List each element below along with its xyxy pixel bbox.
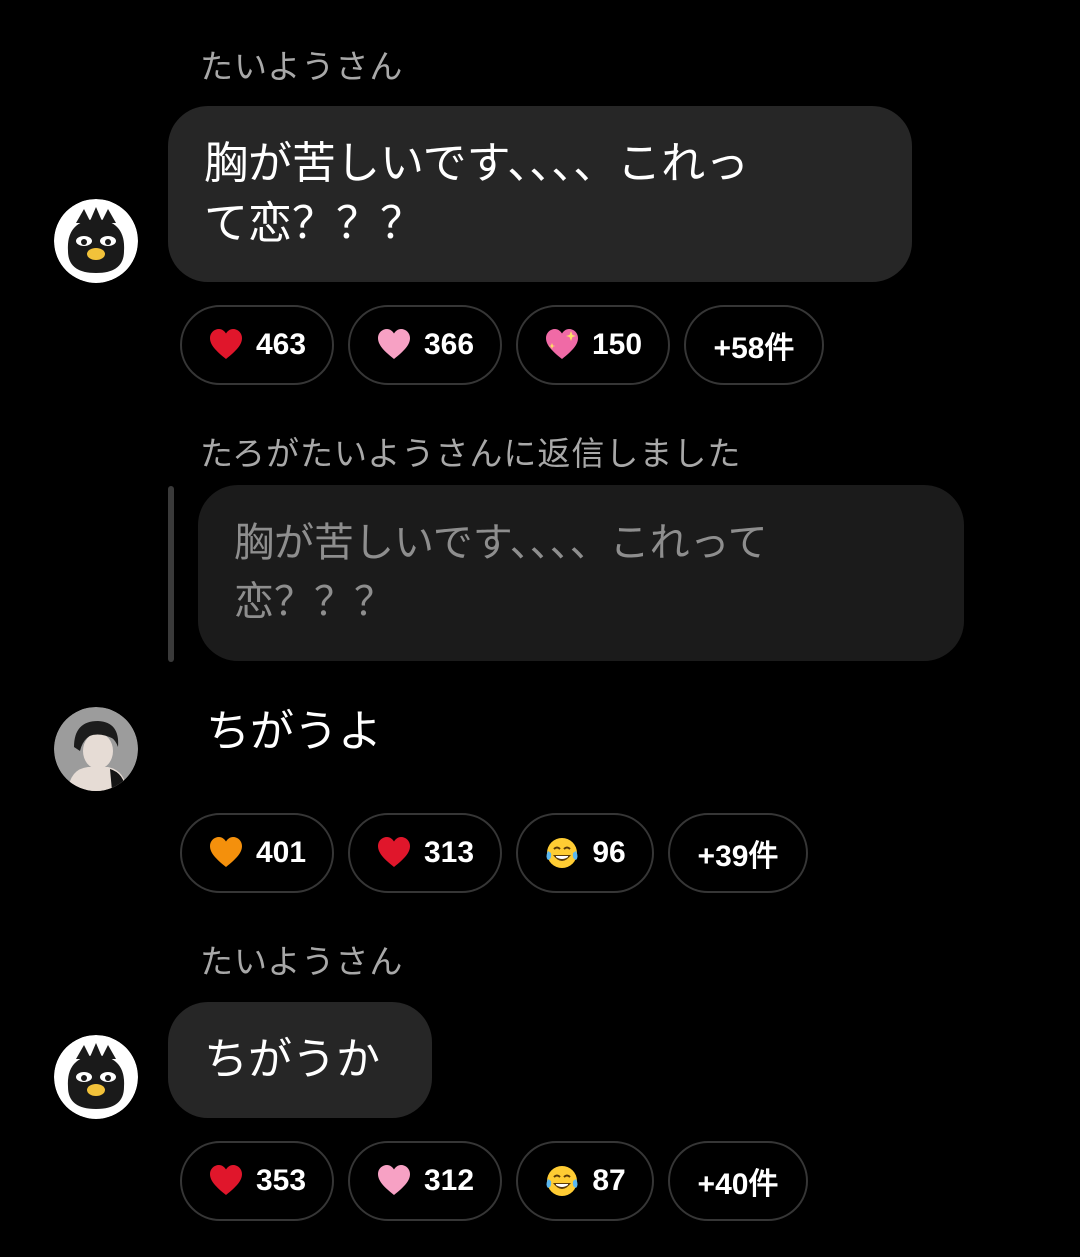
pink-heart-icon xyxy=(376,1163,412,1199)
sender-avatar[interactable] xyxy=(54,1035,138,1119)
quoted-text-line: 恋？？？ xyxy=(234,579,394,625)
reaction-sparkling-heart[interactable]: 150 xyxy=(516,305,670,385)
reaction-count: 313 xyxy=(423,836,475,869)
red-heart-icon xyxy=(208,327,244,363)
message-bubble[interactable]: 胸が苦しいです、、、、これっ て恋？？？ xyxy=(168,106,912,282)
more-reactions-label: +58件 xyxy=(713,332,795,365)
penguin-avatar-icon xyxy=(54,1035,138,1119)
reaction-orange-heart[interactable]: 401 xyxy=(180,813,334,893)
more-reactions-button[interactable]: +39件 xyxy=(668,813,808,893)
penguin-avatar-icon xyxy=(54,199,138,283)
more-reactions-label: +40件 xyxy=(697,1168,779,1201)
reaction-pink-heart[interactable]: 312 xyxy=(348,1141,502,1221)
sparkling-heart-icon xyxy=(544,327,580,363)
orange-heart-icon xyxy=(208,835,244,871)
tears-of-joy-icon xyxy=(544,835,580,871)
reaction-red-heart[interactable]: 313 xyxy=(348,813,502,893)
more-reactions-label: +39件 xyxy=(697,840,779,873)
message-text-line: 胸が苦しいです、、、、これっ xyxy=(204,138,750,189)
more-reactions-button[interactable]: +40件 xyxy=(668,1141,808,1221)
person-photo-avatar xyxy=(54,707,138,791)
reaction-pink-heart[interactable]: 366 xyxy=(348,305,502,385)
tears-of-joy-icon xyxy=(544,1163,580,1199)
reaction-count: 353 xyxy=(255,1164,307,1197)
message-text-line: ちがうか xyxy=(204,1034,380,1085)
message-text-line: て恋？？？ xyxy=(204,198,424,249)
quote-bar xyxy=(168,486,174,662)
reaction-count: 463 xyxy=(255,328,307,361)
reaction-count: 312 xyxy=(423,1164,475,1197)
sender-name: たいようさん xyxy=(200,47,404,86)
reaction-count: 150 xyxy=(591,328,643,361)
reaction-count: 366 xyxy=(423,328,475,361)
reaction-tears-of-joy[interactable]: 96 xyxy=(516,813,654,893)
more-reactions-button[interactable]: +58件 xyxy=(684,305,824,385)
reaction-red-heart[interactable]: 463 xyxy=(180,305,334,385)
quoted-message-bubble[interactable]: 胸が苦しいです、、、、これって 恋？？？ xyxy=(198,485,964,661)
reaction-tears-of-joy[interactable]: 87 xyxy=(516,1141,654,1221)
sender-avatar[interactable] xyxy=(54,199,138,283)
sender-name: たいようさん xyxy=(200,942,404,981)
message-bubble[interactable]: ちがうか xyxy=(168,1002,432,1118)
pink-heart-icon xyxy=(376,327,412,363)
reply-header: たろがたいようさんに返信しました xyxy=(200,434,742,473)
quoted-text-line: 胸が苦しいです、、、、これって xyxy=(234,520,768,566)
message-text[interactable]: ちがうよ xyxy=(206,702,382,762)
reaction-count: 87 xyxy=(592,1164,626,1197)
red-heart-icon xyxy=(376,835,412,871)
reply-avatar[interactable] xyxy=(54,707,138,791)
reaction-red-heart[interactable]: 353 xyxy=(180,1141,334,1221)
red-heart-icon xyxy=(208,1163,244,1199)
reaction-count: 96 xyxy=(592,836,626,869)
reaction-count: 401 xyxy=(255,836,307,869)
